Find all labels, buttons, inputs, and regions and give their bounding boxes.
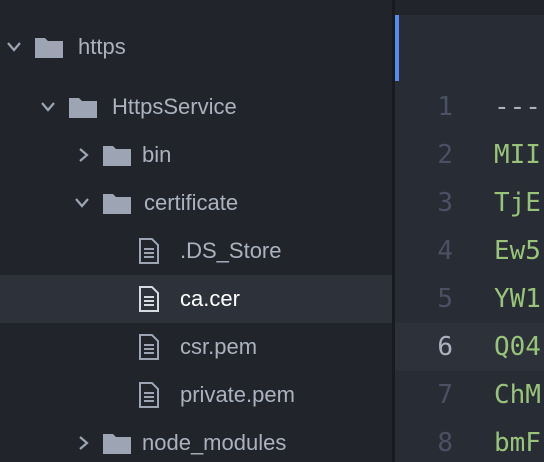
code-line[interactable]: 3 TjE [395,179,544,227]
chevron-down-icon[interactable] [6,39,22,55]
line-number: 8 [437,428,453,458]
line-number: 5 [437,284,453,314]
code-text: Q04 [494,332,541,362]
file-text-icon [138,286,160,312]
code-text: --- [494,92,541,122]
folder-icon [68,95,98,119]
app-window: https HttpsService bin certificate .DS_S… [0,0,544,462]
line-number: 7 [437,380,453,410]
chevron-right-icon[interactable] [76,435,92,451]
tree-item-label: bin [142,142,172,167]
tree-item-label: ca.cer [180,286,240,311]
text-editor[interactable]: 1 --- 2 MII 3 TjE 4 Ew5 5 YW1 6 Q04 7 Ch… [395,15,544,462]
tree-item-label: node_modules [142,430,287,455]
editor-focus-indicator [395,15,399,81]
code-line[interactable]: 5 YW1 [395,275,544,323]
code-text: ChM [494,380,541,410]
code-text: Ew5 [494,236,541,266]
tree-item-label: certificate [144,190,239,215]
code-line[interactable]: 2 MII [395,131,544,179]
tree-item-label: private.pem [180,382,295,407]
folder-icon [102,191,132,215]
file-text-icon [138,334,160,360]
code-line-active[interactable]: 6 Q04 [395,323,544,371]
tree-folder-certificate[interactable]: certificate [0,179,392,227]
code-text: bmF [494,428,541,458]
tree-item-label: .DS_Store [180,238,282,263]
line-number: 4 [437,236,453,266]
chevron-down-icon[interactable] [40,99,56,115]
code-line[interactable]: 8 bmF [395,419,544,462]
editor-tab-bar [395,15,544,81]
code-line[interactable]: 7 ChM [395,371,544,419]
folder-icon [102,143,132,167]
file-text-icon [138,382,160,408]
file-text-icon [138,238,160,264]
code-text: MII [494,140,541,170]
chevron-right-icon[interactable] [76,147,92,163]
code-line[interactable]: 1 --- [395,83,544,131]
tree-item-label: https [78,34,126,59]
tree-file-csr-pem[interactable]: csr.pem [0,323,392,371]
line-number: 1 [437,92,453,122]
tree-folder-httpsservice[interactable]: HttpsService [0,83,392,131]
tree-folder-node-modules[interactable]: node_modules [0,419,392,462]
tree-file-ca-cer[interactable]: ca.cer [0,275,392,323]
tree-folder-https[interactable]: https [0,23,392,71]
line-number: 2 [437,140,453,170]
tree-file-private-pem[interactable]: private.pem [0,371,392,419]
line-number: 3 [437,188,453,218]
folder-icon [102,431,132,455]
tree-item-label: HttpsService [112,94,237,119]
file-tree: https HttpsService bin certificate .DS_S… [0,0,392,462]
chevron-down-icon[interactable] [74,195,90,211]
line-number: 6 [437,332,453,362]
code-text: YW1 [494,284,541,314]
code-line[interactable]: 4 Ew5 [395,227,544,275]
code-text: TjE [494,188,541,218]
folder-icon [34,35,64,59]
tree-file-ds-store[interactable]: .DS_Store [0,227,392,275]
tree-folder-bin[interactable]: bin [0,131,392,179]
tree-item-label: csr.pem [180,334,258,359]
